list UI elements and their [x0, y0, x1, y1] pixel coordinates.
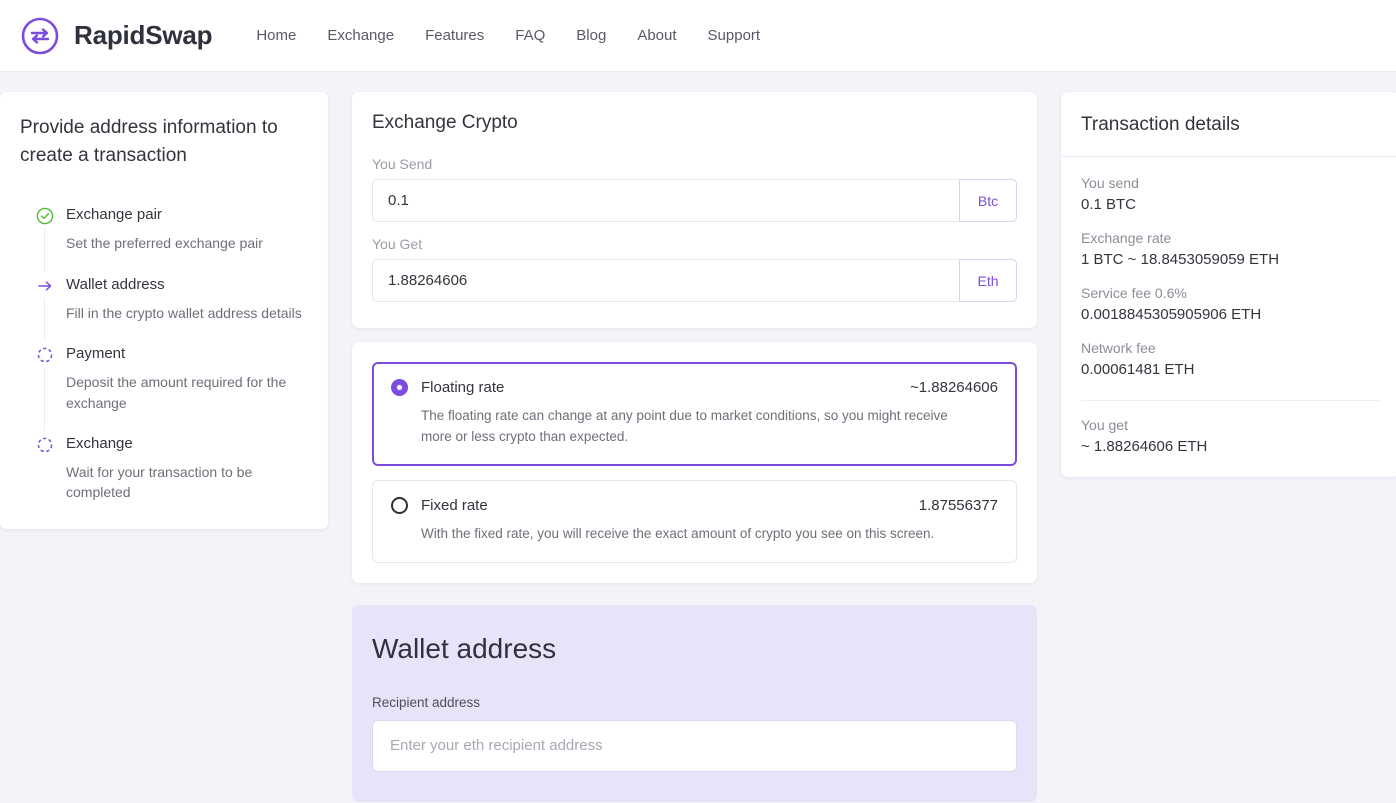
transaction-details-card: Transaction details You send 0.1 BTC Exc…: [1061, 92, 1396, 477]
stepper-list: Exchange pair Set the preferred exchange…: [20, 206, 304, 503]
brand-logo[interactable]: RapidSwap: [20, 16, 213, 56]
step-connector: [44, 228, 45, 272]
right-column: Transaction details You send 0.1 BTC Exc…: [1061, 92, 1396, 477]
step-connector: [44, 297, 45, 342]
transaction-details-body: You send 0.1 BTC Exchange rate 1 BTC ~ 1…: [1061, 157, 1396, 477]
step-exchange[interactable]: Exchange Wait for your transaction to be…: [20, 435, 304, 503]
middle-column: Exchange Crypto You Send Btc You Get Eth…: [352, 92, 1037, 802]
tx-row-service-fee: Service fee 0.6% 0.0018845305905906 ETH: [1081, 285, 1379, 323]
floating-rate-name: Floating rate: [421, 379, 505, 396]
you-get-label: You Get: [372, 236, 423, 252]
step-description: Set the preferred exchange pair: [66, 235, 263, 252]
rate-selection-card: Floating rate ~1.88264606 The floating r…: [352, 342, 1037, 583]
step-label: Wallet address: [66, 275, 165, 293]
nav-item-exchange[interactable]: Exchange: [327, 27, 394, 44]
you-get-input[interactable]: [372, 259, 959, 302]
check-circle-icon: [36, 207, 54, 225]
tx-value: 0.1 BTC: [1081, 196, 1137, 213]
nav-item-home[interactable]: Home: [256, 27, 296, 44]
step-description: Wait for your transaction to be complete…: [66, 463, 253, 501]
tx-key: Service fee 0.6%: [1081, 285, 1187, 301]
stepper-title: Provide address information to create a …: [20, 117, 278, 167]
page-content: Provide address information to create a …: [0, 72, 1396, 802]
fixed-rate-description: With the fixed rate, you will receive th…: [421, 525, 935, 541]
nav-item-features[interactable]: Features: [425, 27, 484, 44]
dashed-circle-icon: [36, 346, 54, 364]
fixed-rate-option[interactable]: Fixed rate 1.87556377 With the fixed rat…: [372, 479, 1017, 563]
tx-key: Network fee: [1081, 340, 1156, 356]
tx-row-you-send: You send 0.1 BTC: [1081, 175, 1379, 213]
you-send-row: Btc: [372, 179, 1017, 222]
you-get-row: Eth: [372, 259, 1017, 302]
recipient-address-label: Recipient address: [372, 694, 481, 710]
tx-key: Exchange rate: [1081, 230, 1172, 246]
step-description: Deposit the amount required for the exch…: [66, 374, 287, 411]
fixed-rate-header: Fixed rate 1.87556377: [391, 496, 998, 514]
tx-value: 0.00061481 ETH: [1081, 361, 1195, 378]
floating-rate-radio[interactable]: [391, 379, 408, 396]
transaction-details-header: Transaction details: [1061, 92, 1396, 157]
fixed-rate-name: Fixed rate: [421, 496, 488, 514]
step-description: Fill in the crypto wallet address detail…: [66, 304, 302, 321]
step-payment[interactable]: Payment Deposit the amount required for …: [20, 345, 304, 431]
wallet-address-title: Wallet address: [372, 632, 557, 664]
brand-name: RapidSwap: [74, 20, 213, 50]
floating-rate-option[interactable]: Floating rate ~1.88264606 The floating r…: [372, 362, 1017, 466]
tx-value: 1 BTC ~ 18.8453059059 ETH: [1081, 251, 1280, 268]
floating-rate-header: Floating rate ~1.88264606: [391, 379, 998, 396]
you-send-input[interactable]: [372, 179, 959, 222]
nav-item-faq[interactable]: FAQ: [515, 27, 545, 44]
tx-row-exchange-rate: Exchange rate 1 BTC ~ 18.8453059059 ETH: [1081, 230, 1379, 268]
stepper-card: Provide address information to create a …: [0, 92, 328, 529]
main-nav: Home Exchange Features FAQ Blog About Su…: [256, 27, 760, 44]
nav-item-about[interactable]: About: [637, 27, 676, 44]
exchange-card-title: Exchange Crypto: [372, 112, 518, 133]
dashed-circle-icon: [36, 436, 54, 454]
tx-key: You send: [1081, 175, 1139, 191]
tx-row-network-fee: Network fee 0.00061481 ETH: [1081, 340, 1379, 378]
fixed-rate-amount: 1.87556377: [918, 496, 998, 514]
transaction-details-title: Transaction details: [1081, 114, 1240, 135]
step-connector: [44, 367, 45, 431]
tx-row-you-get: You get ~ 1.88264606 ETH: [1081, 417, 1379, 455]
step-label: Exchange pair: [66, 206, 162, 224]
you-send-label: You Send: [372, 156, 433, 172]
get-currency-button[interactable]: Eth: [959, 259, 1017, 302]
swap-arrows-circle-icon: [20, 16, 60, 56]
step-exchange-pair[interactable]: Exchange pair Set the preferred exchange…: [20, 206, 304, 272]
site-header: RapidSwap Home Exchange Features FAQ Blo…: [0, 0, 1396, 72]
nav-item-support[interactable]: Support: [708, 27, 761, 44]
step-label: Exchange: [66, 434, 133, 452]
fixed-rate-radio[interactable]: [391, 496, 408, 514]
send-currency-button[interactable]: Btc: [959, 179, 1017, 222]
left-column: Provide address information to create a …: [0, 92, 328, 529]
tx-value: 0.0018845305905906 ETH: [1081, 306, 1262, 323]
floating-rate-description: The floating rate can change at any poin…: [421, 408, 948, 444]
recipient-address-input[interactable]: [372, 719, 1017, 772]
nav-item-blog[interactable]: Blog: [576, 27, 606, 44]
tx-value: ~ 1.88264606 ETH: [1081, 438, 1208, 455]
step-label: Payment: [66, 345, 126, 363]
arrow-right-icon: [36, 277, 54, 295]
tx-key: You get: [1081, 417, 1128, 433]
exchange-crypto-card: Exchange Crypto You Send Btc You Get Eth: [352, 92, 1037, 328]
floating-rate-amount: ~1.88264606: [909, 379, 998, 396]
wallet-address-card: Wallet address Recipient address: [352, 604, 1037, 802]
step-wallet-address[interactable]: Wallet address Fill in the crypto wallet…: [20, 275, 304, 342]
transaction-divider: [1081, 400, 1379, 401]
